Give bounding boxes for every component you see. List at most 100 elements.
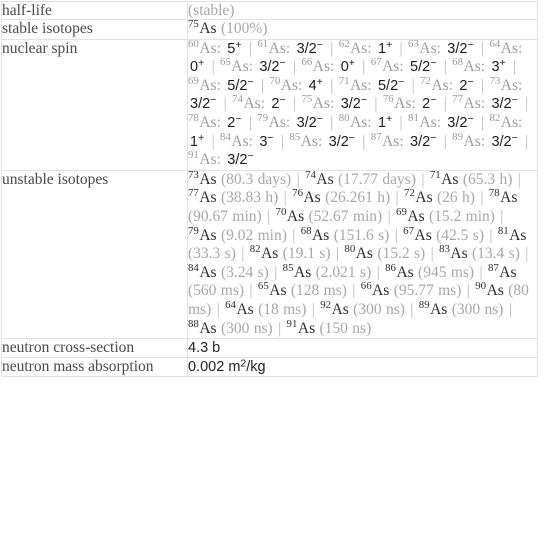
isotope-entry: 79As (9.02 min): [188, 225, 287, 244]
spin-number: 3: [491, 59, 500, 76]
colon: :: [317, 132, 323, 150]
nuclear-spin-entry: 72As: 2−: [420, 75, 475, 94]
spin-parity: +: [348, 57, 355, 69]
list-separator: |: [399, 113, 403, 131]
isotope-mass-number: 70: [269, 74, 281, 87]
list-separator: |: [411, 76, 415, 94]
isotope-mass-number: 66: [301, 56, 313, 69]
spin-value: 3/2−: [225, 151, 255, 168]
colon: :: [411, 95, 416, 113]
isotope-detail: (300 ns): [353, 300, 405, 318]
isotope-detail: (300 ns): [220, 319, 273, 337]
value-number-unit: 0.002 m: [188, 359, 241, 376]
isotope-label: 66As: [301, 56, 331, 76]
isotope-mass-number: 91: [286, 317, 298, 330]
isotope-detail: (9.02 min): [220, 226, 287, 244]
colon: :: [518, 76, 523, 94]
spin-parity: −: [210, 95, 217, 107]
isotope-label: 79As: [257, 113, 286, 131]
element-symbol: As: [463, 58, 481, 76]
isotope-detail: (52.67 min): [308, 207, 383, 225]
isotope-detail: (42.5 s): [436, 226, 484, 244]
isotope-label: 72As: [420, 75, 449, 94]
element-symbol: As: [312, 58, 331, 76]
spin-number: 5/2: [410, 59, 431, 76]
colon: :: [436, 39, 441, 57]
isotope-mass-number: 91: [188, 149, 199, 162]
spin-parity: −: [430, 57, 437, 69]
isotope-mass-number: 74: [305, 168, 316, 181]
unit-denominator: /kg: [246, 359, 266, 376]
element-symbol: As: [394, 95, 412, 113]
property-label: nuclear spin: [1, 38, 188, 171]
isotope-entry: 82As (19.1 s): [250, 244, 331, 263]
isotope-mass-number: 63: [408, 37, 419, 50]
isotope-entry: 86As (945 ms): [385, 262, 474, 280]
isotope-mass-number: 64: [225, 298, 236, 311]
spin-value: 3/2−: [445, 114, 475, 131]
isotope-label: 73As: [188, 169, 217, 187]
isotope-detail: (33.3 s): [188, 245, 236, 263]
isotope-label: 70As: [269, 74, 298, 93]
list-separator: |: [489, 226, 493, 244]
isotope-label: 70As: [276, 207, 305, 225]
element-symbol: As: [199, 39, 217, 57]
isotope-label: 82As: [489, 113, 519, 131]
colon: :: [518, 113, 523, 131]
isotope-label: 74As: [232, 94, 261, 112]
element-symbol: As: [450, 245, 468, 263]
isotope-mass-number: 78: [188, 112, 199, 125]
list-separator: |: [430, 245, 434, 263]
spin-value: 0+: [339, 57, 357, 75]
isotope-entry: 88As (300 ns): [188, 318, 273, 337]
element-symbol: As: [499, 263, 517, 281]
spin-value: 3/2−: [327, 133, 357, 150]
nuclear-spin-entry: 87As: 3/2−: [371, 131, 439, 149]
element-symbol: As: [355, 245, 373, 263]
isotope-label: 76As: [383, 94, 412, 113]
nuclear-spin-entry: 77As: 3/2−: [452, 94, 520, 113]
value-text: (stable): [188, 2, 235, 19]
element-symbol: As: [268, 39, 286, 57]
isotope-mass-number: 89: [418, 298, 430, 311]
element-symbol: As: [431, 76, 449, 94]
isotope-entry: 66As (95.77 ms): [361, 281, 462, 299]
spin-number: 3/2: [296, 114, 317, 131]
list-separator: |: [362, 58, 366, 76]
list-separator: |: [292, 226, 296, 244]
element-symbol: As: [463, 95, 481, 113]
property-value: 75As (100%): [187, 19, 538, 40]
element-symbol: As: [331, 300, 349, 318]
list-separator: |: [443, 132, 447, 150]
isotope-mass-number: 62: [338, 37, 350, 50]
spin-number: 5/2: [377, 77, 399, 94]
spin-value: 3/2−: [295, 40, 325, 57]
property-label: neutron mass absorption: [1, 357, 188, 378]
isotope-label: 84As: [220, 131, 249, 149]
spin-parity: −: [279, 95, 286, 107]
spin-parity: +: [198, 132, 205, 144]
nuclear-spin-entry: 65As: 3/2−: [220, 57, 288, 75]
isotope-label: 78As: [488, 187, 518, 206]
element-symbol: As: [500, 76, 519, 94]
list-separator: |: [274, 263, 278, 281]
isotope-detail: (19.1 s): [282, 245, 331, 263]
isotope-detail: (100%): [220, 20, 268, 37]
list-separator: |: [480, 76, 485, 94]
spin-value: 3/2−: [445, 40, 475, 57]
element-symbol: As: [500, 113, 519, 131]
element-symbol: As: [441, 170, 459, 188]
list-separator: |: [500, 207, 504, 225]
isotope-mass-number: 76: [292, 187, 303, 200]
list-separator: |: [292, 95, 297, 113]
isotope-mass-number: 78: [488, 187, 500, 200]
list-separator: |: [443, 58, 447, 76]
isotope-detail: (2.021 s): [315, 263, 372, 281]
property-value: (stable): [187, 1, 538, 20]
list-separator: |: [480, 113, 485, 131]
isotope-label: 60As: [188, 38, 217, 57]
isotope-mass-number: 84: [188, 261, 199, 274]
element-symbol: As: [199, 226, 217, 244]
colon: :: [248, 132, 253, 150]
spin-number: 2: [422, 96, 431, 113]
